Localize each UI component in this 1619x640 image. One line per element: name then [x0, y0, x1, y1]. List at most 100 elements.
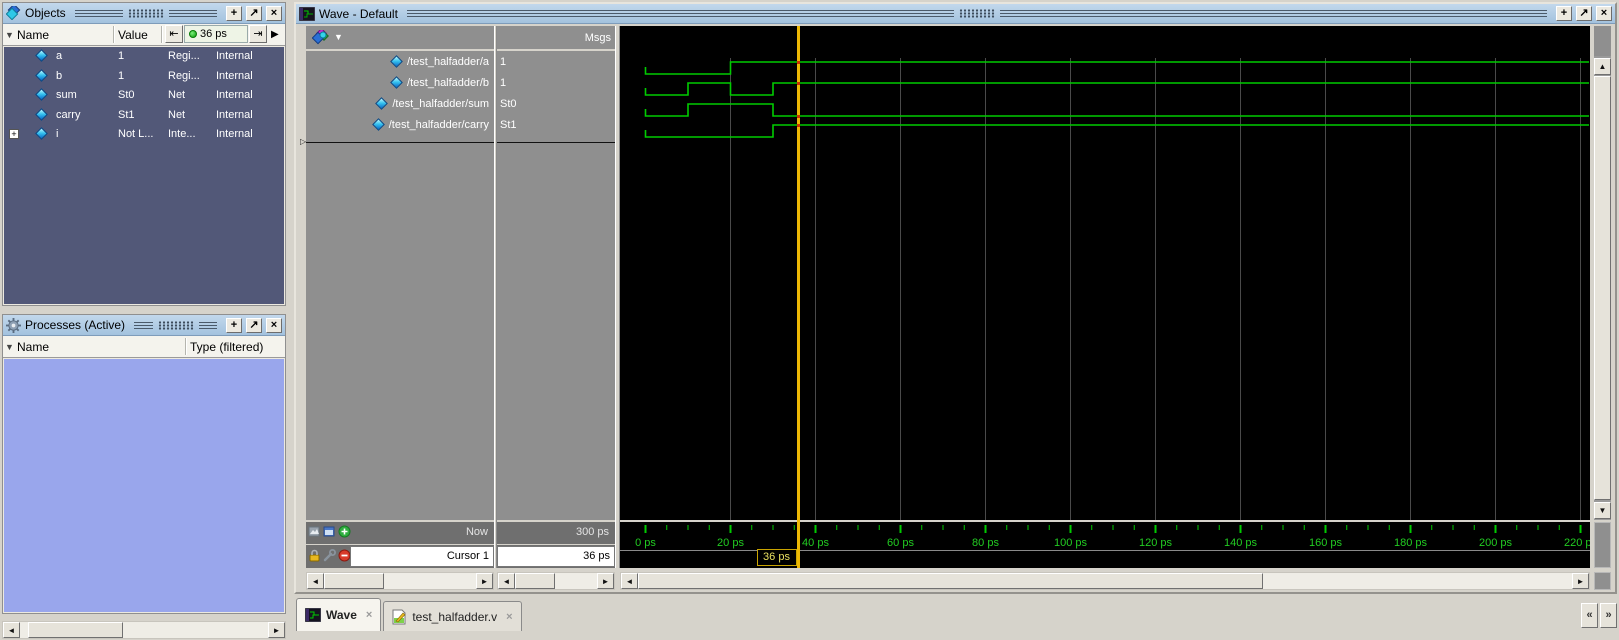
- cursor1-row[interactable]: Cursor 1: [306, 545, 494, 568]
- tab-close-icon[interactable]: ×: [366, 609, 372, 621]
- processes-titlebar[interactable]: Processes (Active) + ↗ ×: [3, 315, 285, 336]
- objects-add-button[interactable]: +: [226, 6, 242, 21]
- scroll-down-button[interactable]: ▼: [1594, 502, 1611, 519]
- wave-undock-button[interactable]: ↗: [1576, 6, 1592, 21]
- next-transition-button[interactable]: ⇥: [249, 25, 267, 43]
- processes-panel-title: Processes (Active): [25, 318, 125, 332]
- wave-add-button[interactable]: +: [1556, 6, 1572, 21]
- add-cursor-icon[interactable]: [338, 525, 351, 538]
- ruler-tick-label: 60 ps: [887, 537, 914, 549]
- scrollbar-thumb[interactable]: [1594, 76, 1611, 500]
- objects-col-name[interactable]: Name: [17, 28, 49, 42]
- chevron-down-icon[interactable]: ▼: [334, 32, 343, 42]
- objects-list[interactable]: a1Regi...Internalb1Regi...InternalsumSt0…: [4, 47, 284, 304]
- cursor1-name-box[interactable]: Cursor 1: [350, 546, 494, 567]
- objects-drag-handle[interactable]: [75, 3, 217, 23]
- objects-col-value[interactable]: Value: [118, 28, 148, 42]
- column-resize-handle[interactable]: [185, 338, 186, 355]
- tabs-scroll-left-button[interactable]: «: [1581, 603, 1598, 628]
- tab-test-halfadder-v[interactable]: test_halfadder.v×: [383, 601, 521, 631]
- column-resize-handle[interactable]: [113, 26, 114, 43]
- cursor1-value-row[interactable]: 36 ps: [497, 545, 615, 568]
- scrollbar-thumb[interactable]: [324, 573, 384, 589]
- scroll-right-button[interactable]: ►: [597, 573, 614, 589]
- processes-undock-button[interactable]: ↗: [246, 318, 262, 333]
- timeline-ruler[interactable]: 0 ps20 ps40 ps60 ps80 ps100 ps120 ps140 …: [620, 522, 1590, 568]
- expand-icon[interactable]: +: [9, 129, 19, 139]
- prev-transition-button[interactable]: ⇤: [165, 25, 183, 43]
- names-hscrollbar[interactable]: ◄ ►: [306, 572, 494, 590]
- objects-row[interactable]: a1Regi...Internal: [4, 47, 284, 67]
- wave-drag-handle[interactable]: [407, 4, 1547, 23]
- waveform-trace[interactable]: [646, 104, 1590, 116]
- header-overflow-arrow-icon[interactable]: ▶: [271, 29, 279, 40]
- scroll-up-button[interactable]: ▲: [1594, 58, 1611, 75]
- waveform-trace[interactable]: [646, 62, 1590, 74]
- column-resize-handle[interactable]: [161, 26, 162, 43]
- processes-list[interactable]: [4, 359, 284, 612]
- objects-row[interactable]: b1Regi...Internal: [4, 67, 284, 87]
- scrollbar-thumb[interactable]: [28, 622, 123, 638]
- tab-close-icon[interactable]: ×: [506, 611, 512, 623]
- processes-col-type[interactable]: Type (filtered): [190, 340, 263, 354]
- waveform-trace[interactable]: [646, 125, 1590, 137]
- column-splitter[interactable]: [494, 26, 497, 568]
- signal-value-row[interactable]: 1: [497, 72, 615, 93]
- processes-col-name[interactable]: Name: [17, 340, 49, 354]
- scrollbar-thumb[interactable]: [638, 573, 1263, 589]
- wave-hscrollbar[interactable]: ◄ ►: [620, 572, 1590, 590]
- signal-value-row[interactable]: 1: [497, 51, 615, 72]
- window-mode-icon[interactable]: [323, 525, 336, 538]
- wrench-icon[interactable]: [323, 549, 336, 562]
- scroll-left-button[interactable]: ◄: [621, 573, 638, 589]
- wave-vscrollbar[interactable]: ▲ ▼: [1594, 26, 1611, 520]
- wave-cursor[interactable]: [797, 26, 800, 568]
- signal-name-row[interactable]: /test_halfadder/b: [306, 72, 494, 93]
- tabs-scroll-right-button[interactable]: »: [1600, 603, 1617, 628]
- diamond-icon: [376, 97, 389, 110]
- objects-undock-button[interactable]: ↗: [246, 6, 262, 21]
- wave-signal-names[interactable]: /test_halfadder/a/test_halfadder/b/test_…: [306, 51, 494, 520]
- cursor1-time-box[interactable]: 36 ps: [497, 546, 615, 567]
- processes-close-button[interactable]: ×: [266, 318, 282, 333]
- scroll-left-button[interactable]: ◄: [498, 573, 515, 589]
- scrollbar-thumb[interactable]: [515, 573, 555, 589]
- signal-name-row[interactable]: /test_halfadder/sum: [306, 93, 494, 114]
- lock-icon[interactable]: [308, 549, 321, 562]
- objects-row[interactable]: +iNot L...Inte...Internal: [4, 125, 284, 145]
- signal-name-row[interactable]: /test_halfadder/carry: [306, 114, 494, 135]
- waveform-trace[interactable]: [646, 83, 1590, 95]
- objects-close-button[interactable]: ×: [266, 6, 282, 21]
- signal-name-row[interactable]: /test_halfadder/a: [306, 51, 494, 72]
- scroll-right-button[interactable]: ►: [1572, 573, 1589, 589]
- wave-names-header[interactable]: ▼: [306, 26, 494, 51]
- wave-close-button[interactable]: ×: [1596, 6, 1612, 21]
- scroll-right-button[interactable]: ►: [476, 573, 493, 589]
- objects-titlebar[interactable]: Objects + ↗ ×: [3, 3, 285, 24]
- filter-icon[interactable]: ▼: [5, 342, 14, 352]
- cursor-crossing-mark: [797, 61, 800, 64]
- left-panel-hscrollbar[interactable]: ◄ ►: [2, 621, 286, 639]
- signal-group-icon: [312, 30, 332, 46]
- scroll-right-button[interactable]: ►: [268, 622, 285, 638]
- waveform-canvas[interactable]: [620, 26, 1590, 520]
- filter-icon[interactable]: ▼: [5, 30, 14, 40]
- cursor-time-field[interactable]: 36 ps: [184, 25, 248, 43]
- tab-wave[interactable]: Wave×: [296, 598, 381, 631]
- zoom-mode-icon[interactable]: [308, 525, 321, 538]
- wave-values-header[interactable]: Msgs: [497, 26, 615, 51]
- objects-panel-icon: [6, 6, 21, 20]
- wave-signal-values[interactable]: 11St0St1: [497, 51, 615, 520]
- scroll-left-button[interactable]: ◄: [307, 573, 324, 589]
- object-name: i: [56, 128, 58, 140]
- values-hscrollbar[interactable]: ◄ ►: [497, 572, 615, 590]
- objects-row[interactable]: carrySt1NetInternal: [4, 106, 284, 126]
- objects-row[interactable]: sumSt0NetInternal: [4, 86, 284, 106]
- processes-add-button[interactable]: +: [226, 318, 242, 333]
- wave-titlebar[interactable]: Wave - Default + ↗ ×: [296, 4, 1615, 24]
- scroll-left-button[interactable]: ◄: [3, 622, 20, 638]
- processes-drag-handle[interactable]: [134, 315, 217, 335]
- signal-value-row[interactable]: St1: [497, 114, 615, 135]
- signal-value-row[interactable]: St0: [497, 93, 615, 114]
- cursor-time-flag[interactable]: 36 ps: [757, 549, 797, 566]
